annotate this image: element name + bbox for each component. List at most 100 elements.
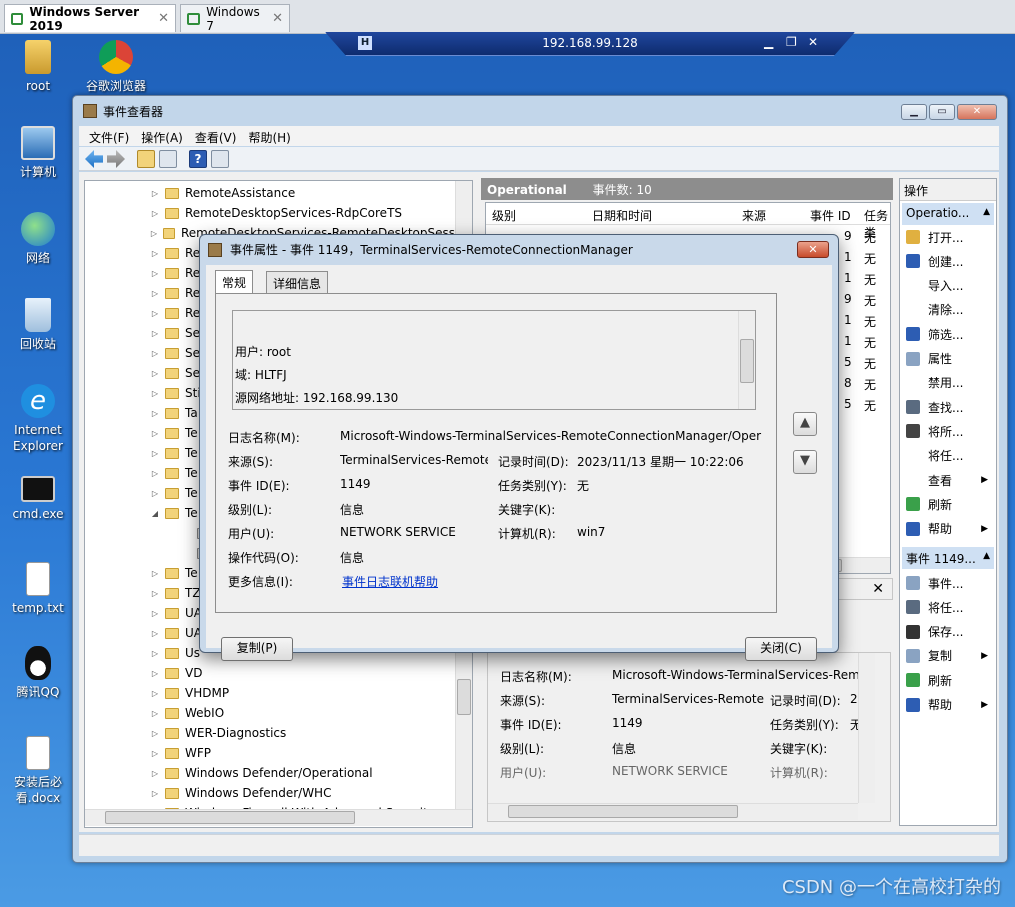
restore-icon[interactable]: ❐ <box>786 35 797 49</box>
expand-arrow-icon[interactable]: ▷ <box>149 569 161 578</box>
close-button[interactable]: ✕ <box>957 104 997 120</box>
desktop-icon-qq[interactable]: 腾讯QQ <box>2 646 74 700</box>
tab-details[interactable]: 详细信息 <box>266 271 329 294</box>
dialog-close-button[interactable]: ✕ <box>797 241 829 258</box>
collapse-icon[interactable]: ▲ <box>983 551 990 561</box>
action-item[interactable]: 导入... <box>902 274 994 298</box>
actions-section-log[interactable]: Operatio... ▲ <box>902 203 994 225</box>
action-item[interactable]: 禁用... <box>902 371 994 395</box>
action-item[interactable]: 清除... <box>902 298 994 322</box>
close-icon[interactable]: ✕ <box>808 35 818 49</box>
event-message-box[interactable]: 用户: root 域: HLTFJ 源网络地址: 192.168.99.130 <box>232 310 756 410</box>
expand-arrow-icon[interactable]: ▷ <box>149 629 161 638</box>
column-event-id[interactable]: 事件 ID <box>810 207 851 224</box>
menu-help[interactable]: 帮助(H) <box>244 126 298 146</box>
expand-arrow-icon[interactable]: ▷ <box>149 449 161 458</box>
close-icon[interactable]: ✕ <box>158 11 169 26</box>
expand-arrow-icon[interactable]: ▷ <box>149 209 161 218</box>
expand-arrow-icon[interactable]: ▷ <box>149 709 161 718</box>
message-scrollbar[interactable] <box>738 311 755 409</box>
tab-general[interactable]: 常规 <box>215 270 254 295</box>
previous-event-up-arrow-icon[interactable]: ▲ <box>793 412 817 436</box>
expand-arrow-icon[interactable]: ▷ <box>149 489 161 498</box>
action-item[interactable]: 创建... <box>902 249 994 273</box>
next-event-down-arrow-icon[interactable]: ▼ <box>793 450 817 474</box>
column-level[interactable]: 级别 <box>492 207 516 224</box>
desktop-icon-root[interactable]: root <box>2 40 74 94</box>
expand-arrow-icon[interactable]: ▷ <box>149 749 161 758</box>
close-icon[interactable]: ✕ <box>872 581 884 597</box>
expand-arrow-icon[interactable]: ▷ <box>149 429 161 438</box>
tree-node[interactable]: ▷ Windows Defender/Operational <box>85 763 455 783</box>
expand-arrow-icon[interactable]: ▷ <box>149 369 161 378</box>
preview-horizontal-scrollbar[interactable] <box>488 803 858 820</box>
action-item[interactable]: 复制 ▶ <box>902 644 994 668</box>
expand-arrow-icon[interactable]: ▷ <box>149 309 161 318</box>
expand-arrow-icon[interactable]: ▷ <box>149 609 161 618</box>
action-item[interactable]: 事件... <box>902 571 994 595</box>
desktop-icon-ie[interactable]: e Internet Explorer <box>2 384 74 454</box>
expand-arrow-icon[interactable]: ▷ <box>149 469 161 478</box>
show-hide-action-pane-icon[interactable] <box>211 150 229 168</box>
action-item[interactable]: 将所... <box>902 419 994 443</box>
action-item[interactable]: 查看 ▶ <box>902 468 994 492</box>
desktop-icon-network[interactable]: 网络 <box>2 212 74 266</box>
scrollbar-thumb[interactable] <box>508 805 738 818</box>
expand-arrow-icon[interactable]: ▷ <box>149 289 161 298</box>
desktop-icon-chrome[interactable]: 谷歌浏览器 <box>80 40 152 94</box>
column-source[interactable]: 来源 <box>742 207 766 224</box>
tree-node[interactable]: ▷ VD <box>85 663 455 683</box>
expand-arrow-icon[interactable]: ▷ <box>149 189 161 198</box>
tree-node[interactable]: ▷ RemoteDesktopServices-RdpCoreTS <box>85 203 455 223</box>
dialog-close-action-button[interactable]: 关闭(C) <box>745 637 817 661</box>
minimize-icon[interactable]: ▁ <box>764 35 773 49</box>
expand-arrow-icon[interactable]: ▷ <box>149 249 161 258</box>
tree-node[interactable]: ▷ WFP <box>85 743 455 763</box>
expand-arrow-icon[interactable]: ▷ <box>149 729 161 738</box>
scrollbar-thumb[interactable] <box>740 339 754 383</box>
tree-node[interactable]: ▷ Windows Defender/WHC <box>85 783 455 803</box>
forward-arrow-icon[interactable] <box>107 150 125 168</box>
expand-arrow-icon[interactable]: ▷ <box>149 649 161 658</box>
preview-vertical-scrollbar[interactable] <box>858 653 875 803</box>
help-icon[interactable]: ? <box>189 150 207 168</box>
desktop-icon-computer[interactable]: 计算机 <box>2 126 74 180</box>
desktop-icon-temp-txt[interactable]: temp.txt <box>2 562 74 616</box>
up-folder-icon[interactable] <box>137 150 155 168</box>
tree-horizontal-scrollbar[interactable] <box>85 809 472 826</box>
action-item[interactable]: 将任... <box>902 444 994 468</box>
actions-section-event[interactable]: 事件 1149... ▲ <box>902 547 994 569</box>
tree-node[interactable]: ▷ RemoteAssistance <box>85 183 455 203</box>
expand-arrow-icon[interactable]: ▷ <box>149 409 161 418</box>
vm-tab-windows-7[interactable]: Windows 7 ✕ <box>180 4 290 33</box>
tree-node[interactable]: ▷ WebIO <box>85 703 455 723</box>
expand-arrow-icon[interactable]: ▷ <box>149 229 159 238</box>
expand-arrow-icon[interactable]: ▷ <box>149 589 161 598</box>
action-item[interactable]: 打开... <box>902 225 994 249</box>
minimize-button[interactable]: ▁ <box>901 104 927 120</box>
scrollbar-thumb[interactable] <box>457 679 471 715</box>
copy-button[interactable]: 复制(P) <box>221 637 293 661</box>
expanded-arrow-icon[interactable]: ◢ <box>149 509 161 518</box>
action-item[interactable]: 刷新 <box>902 492 994 516</box>
online-help-link[interactable]: 事件日志联机帮助 <box>342 573 438 590</box>
expand-arrow-icon[interactable]: ▷ <box>149 769 161 778</box>
close-icon[interactable]: ✕ <box>272 11 283 26</box>
menu-action[interactable]: 操作(A) <box>137 126 191 146</box>
action-item[interactable]: 将任... <box>902 595 994 619</box>
back-arrow-icon[interactable] <box>85 150 103 168</box>
expand-arrow-icon[interactable]: ▷ <box>149 389 161 398</box>
scrollbar-thumb[interactable] <box>105 811 355 824</box>
desktop-icon-cmd[interactable]: cmd.exe <box>2 476 74 522</box>
vm-tab-windows-server-2019[interactable]: Windows Server 2019 ✕ <box>4 4 176 33</box>
tree-node[interactable]: ▷ WER-Diagnostics <box>85 723 455 743</box>
expand-arrow-icon[interactable]: ▷ <box>149 689 161 698</box>
expand-arrow-icon[interactable]: ▷ <box>149 329 161 338</box>
action-item[interactable]: 查找... <box>902 395 994 419</box>
tree-node[interactable]: ▷ VHDMP <box>85 683 455 703</box>
maximize-button[interactable]: ▭ <box>929 104 955 120</box>
action-item[interactable]: 保存... <box>902 620 994 644</box>
show-hide-tree-icon[interactable] <box>159 150 177 168</box>
action-item[interactable]: 帮助 ▶ <box>902 517 994 541</box>
expand-arrow-icon[interactable]: ▷ <box>149 349 161 358</box>
